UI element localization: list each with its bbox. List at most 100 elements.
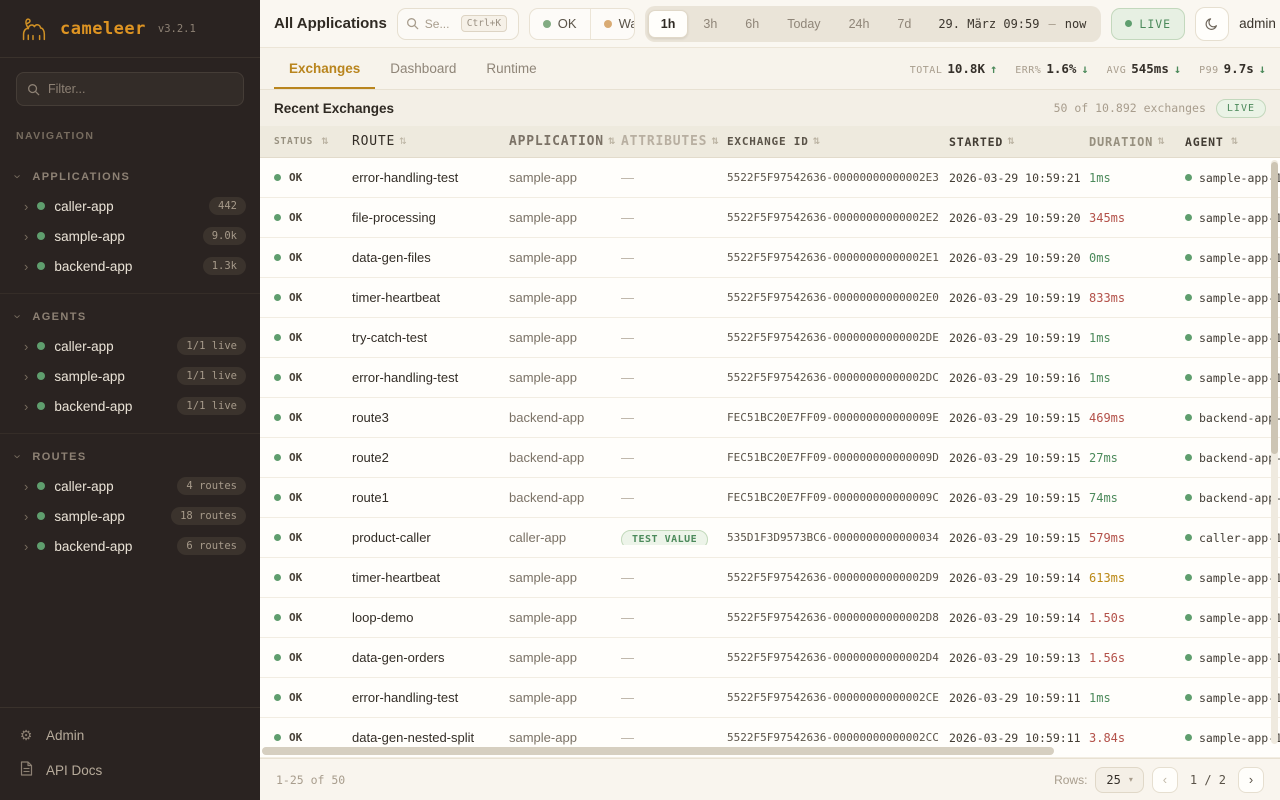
sidebar-item-caller-app[interactable]: › caller-app 442 [0, 191, 260, 221]
tab-runtime[interactable]: Runtime [471, 48, 551, 89]
date-from: 29. März 09:59 [938, 17, 1039, 31]
column-header-application[interactable]: APPLICATION ⇅ [509, 134, 621, 149]
status-dot [1185, 494, 1192, 501]
brand-name: cameleer [60, 19, 146, 39]
live-toggle-button[interactable]: LIVE [1111, 8, 1185, 40]
date-range[interactable]: 29. März 09:59 — now [926, 17, 1098, 31]
sidebar-item-sample-app[interactable]: › sample-app 18 routes [0, 501, 260, 531]
exchange-id-cell: 5522F5F97542636-00000000000002DC [727, 371, 949, 384]
column-header-duration[interactable]: DURATION ⇅ [1089, 135, 1185, 149]
time-range-3h[interactable]: 3h [690, 10, 730, 38]
table-row[interactable]: OK data-gen-orders sample-app — 5522F5F9… [260, 638, 1280, 678]
time-range-buttons: 1h3h6hToday24h7d [648, 10, 925, 38]
table-row[interactable]: OK product-caller caller-app TEST VALUE … [260, 518, 1280, 558]
table-row[interactable]: OK error-handling-test sample-app — 5522… [260, 158, 1280, 198]
status-cell: OK [274, 171, 352, 184]
status-cell: OK [274, 531, 352, 544]
status-dot [37, 342, 45, 350]
table-row[interactable]: OK timer-heartbeat sample-app — 5522F5F9… [260, 558, 1280, 598]
chevron-right-icon: › [24, 230, 28, 243]
sidebar-item-backend-app[interactable]: › backend-app 1.3k [0, 251, 260, 281]
exchanges-table: STATUS ⇅ ROUTE ⇅ APPLICATION ⇅ ATTRIBUTE… [260, 126, 1280, 758]
sidebar-section-header[interactable]: › AGENTS [0, 302, 260, 331]
time-range-6h[interactable]: 6h [732, 10, 772, 38]
sidebar-item-sample-app[interactable]: › sample-app 1/1 live [0, 361, 260, 391]
tab-dashboard[interactable]: Dashboard [375, 48, 471, 89]
table-row[interactable]: OK timer-heartbeat sample-app — 5522F5F9… [260, 278, 1280, 318]
filter-input[interactable] [48, 82, 233, 96]
application-cell: sample-app [509, 650, 621, 665]
exchange-id-cell: 535D1F3D9573BC6-0000000000000034 [727, 531, 949, 544]
column-header-attributes[interactable]: ATTRIBUTES ⇅ [621, 134, 727, 149]
route-cell: route1 [352, 490, 509, 505]
sidebar-item-caller-app[interactable]: › caller-app 4 routes [0, 471, 260, 501]
time-range-24h[interactable]: 24h [836, 10, 883, 38]
rows-per-page-select[interactable]: 25 ▾ [1095, 767, 1143, 793]
sidebar-item-caller-app[interactable]: › caller-app 1/1 live [0, 331, 260, 361]
sidebar-item-admin[interactable]: ⚙ Admin [0, 718, 260, 753]
exchange-id-cell: 5522F5F97542636-00000000000002D9 [727, 571, 949, 584]
time-range-1h[interactable]: 1h [648, 10, 689, 38]
started-cell: 2026-03-29 10:59:19 [949, 331, 1089, 345]
application-cell: sample-app [509, 570, 621, 585]
stat-err: ERR% 1.6% ↓ [1015, 61, 1088, 76]
chevron-right-icon: › [24, 540, 28, 553]
table-row[interactable]: OK error-handling-test sample-app — 5522… [260, 358, 1280, 398]
next-page-button[interactable]: › [1238, 767, 1264, 793]
agent-cell: sample-app-1 [1185, 371, 1280, 385]
route-cell: data-gen-nested-split [352, 730, 509, 745]
count-badge: 1.3k [203, 257, 246, 275]
table-row[interactable]: OK try-catch-test sample-app — 5522F5F97… [260, 318, 1280, 358]
sidebar-section-header[interactable]: › APPLICATIONS [0, 162, 260, 191]
search-input[interactable] [425, 17, 455, 31]
sidebar-section-header[interactable]: › ROUTES [0, 442, 260, 471]
column-header-agent[interactable]: AGENT ⇅ [1185, 135, 1280, 149]
time-range-today[interactable]: Today [774, 10, 833, 38]
status-filter-wa[interactable]: Wa [590, 9, 635, 39]
horizontal-scrollbar-thumb[interactable] [262, 747, 1054, 755]
date-separator: — [1048, 17, 1055, 31]
sidebar-item-api-docs[interactable]: API Docs [0, 753, 260, 788]
status-cell: OK [274, 371, 352, 384]
application-cell: sample-app [509, 370, 621, 385]
sidebar-filter[interactable] [16, 72, 244, 106]
prev-page-button[interactable]: ‹ [1152, 767, 1178, 793]
attributes-cell: — [621, 570, 727, 585]
live-dot [1125, 20, 1132, 27]
status-cell: OK [274, 691, 352, 704]
sidebar-item-backend-app[interactable]: › backend-app 6 routes [0, 531, 260, 561]
status-dot [1185, 614, 1192, 621]
agent-cell: backend-app-1 [1185, 451, 1280, 465]
count-badge: 18 routes [171, 507, 246, 525]
sidebar-item-backend-app[interactable]: › backend-app 1/1 live [0, 391, 260, 421]
table-row[interactable]: OK route1 backend-app — FEC51BC20E7FF09-… [260, 478, 1280, 518]
duration-cell: 579ms [1089, 531, 1185, 545]
column-header-started[interactable]: STARTED ⇅ [949, 135, 1089, 149]
table-row[interactable]: OK file-processing sample-app — 5522F5F9… [260, 198, 1280, 238]
status-filter-ok[interactable]: OK [530, 9, 590, 39]
table-row[interactable]: OK error-handling-test sample-app — 5522… [260, 678, 1280, 718]
vertical-scrollbar[interactable] [1271, 160, 1278, 744]
sidebar-section-applications: › APPLICATIONS › caller-app 442 › sample… [0, 154, 260, 293]
tab-exchanges[interactable]: Exchanges [274, 48, 375, 89]
status-cell: OK [274, 291, 352, 304]
attributes-cell: — [621, 250, 727, 265]
column-header-exchange-id[interactable]: EXCHANGE ID ⇅ [727, 135, 949, 148]
status-cell: OK [274, 611, 352, 624]
exchange-id-cell: 5522F5F97542636-00000000000002E3 [727, 171, 949, 184]
horizontal-scrollbar[interactable] [262, 747, 1264, 755]
vertical-scrollbar-thumb[interactable] [1271, 162, 1278, 454]
column-header-route[interactable]: ROUTE ⇅ [352, 134, 509, 149]
route-cell: loop-demo [352, 610, 509, 625]
status-dot [1185, 254, 1192, 261]
time-range-7d[interactable]: 7d [884, 10, 924, 38]
table-row[interactable]: OK loop-demo sample-app — 5522F5F9754263… [260, 598, 1280, 638]
theme-toggle-button[interactable] [1195, 7, 1229, 41]
table-row[interactable]: OK data-gen-files sample-app — 5522F5F97… [260, 238, 1280, 278]
column-header-status[interactable]: STATUS ⇅ [274, 136, 352, 147]
panel-title: Recent Exchanges [274, 101, 394, 116]
sidebar-item-sample-app[interactable]: › sample-app 9.0k [0, 221, 260, 251]
table-row[interactable]: OK route2 backend-app — FEC51BC20E7FF09-… [260, 438, 1280, 478]
global-search[interactable]: Ctrl+K [397, 8, 519, 40]
table-row[interactable]: OK route3 backend-app — FEC51BC20E7FF09-… [260, 398, 1280, 438]
